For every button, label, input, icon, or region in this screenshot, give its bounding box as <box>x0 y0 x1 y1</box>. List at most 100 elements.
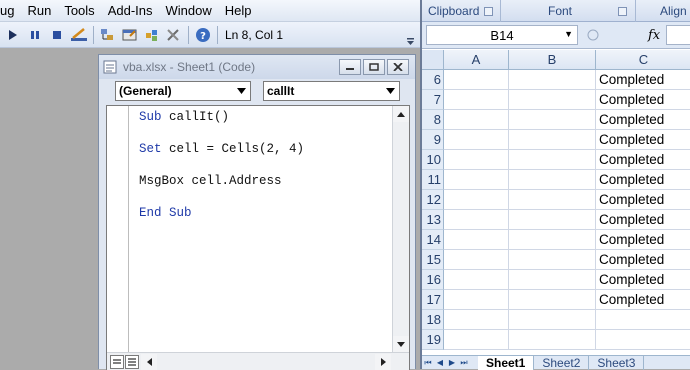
margin-indicator-bar[interactable] <box>107 106 129 352</box>
sheet-tab-sheet3[interactable]: Sheet3 <box>589 355 645 370</box>
cell-b[interactable] <box>509 190 596 210</box>
formula-bar-grip-icon[interactable] <box>586 25 600 45</box>
full-module-view-icon[interactable] <box>125 354 139 369</box>
row-header[interactable]: 16 <box>422 270 444 290</box>
row-header[interactable]: 14 <box>422 230 444 250</box>
scroll-right-icon[interactable] <box>375 353 391 370</box>
cell-b[interactable] <box>509 110 596 130</box>
vertical-scrollbar[interactable] <box>392 106 409 352</box>
scroll-down-icon[interactable] <box>393 336 409 352</box>
cell-a[interactable] <box>444 110 509 130</box>
row-header[interactable]: 12 <box>422 190 444 210</box>
cell-b[interactable] <box>509 70 596 90</box>
row-header[interactable]: 15 <box>422 250 444 270</box>
prev-sheet-icon[interactable]: ◀ <box>434 357 446 369</box>
cell-b[interactable] <box>509 330 596 350</box>
cell-b[interactable] <box>509 130 596 150</box>
cell-a[interactable] <box>444 310 509 330</box>
toolbar-options-icon[interactable] <box>406 35 416 45</box>
cell-a[interactable] <box>444 210 509 230</box>
cell-a[interactable] <box>444 170 509 190</box>
menu-help[interactable]: Help <box>218 1 258 21</box>
cell-a[interactable] <box>444 90 509 110</box>
cell-c[interactable]: Completed <box>596 290 690 310</box>
last-sheet-icon[interactable]: ⏭ <box>458 357 470 369</box>
cell-b[interactable] <box>509 210 596 230</box>
cell-c[interactable]: Completed <box>596 130 690 150</box>
cell-c[interactable] <box>596 310 690 330</box>
horizontal-scrollbar[interactable] <box>107 352 409 370</box>
cell-b[interactable] <box>509 150 596 170</box>
cell-c[interactable]: Completed <box>596 90 690 110</box>
cell-b[interactable] <box>509 170 596 190</box>
procedure-view-icon[interactable] <box>110 354 124 369</box>
select-all-corner[interactable] <box>422 50 444 70</box>
cell-c[interactable]: Completed <box>596 190 690 210</box>
row-header[interactable]: 9 <box>422 130 444 150</box>
column-header-c[interactable]: C <box>596 50 690 70</box>
row-header[interactable]: 6 <box>422 70 444 90</box>
row-header[interactable]: 13 <box>422 210 444 230</box>
cell-c[interactable]: Completed <box>596 230 690 250</box>
properties-window-icon[interactable] <box>119 24 141 46</box>
project-explorer-icon[interactable] <box>97 24 119 46</box>
row-header[interactable]: 17 <box>422 290 444 310</box>
cell-a[interactable] <box>444 250 509 270</box>
scroll-up-icon[interactable] <box>393 106 409 122</box>
help-icon[interactable]: ? <box>192 24 214 46</box>
row-header[interactable]: 8 <box>422 110 444 130</box>
insert-function-icon[interactable]: fx <box>648 28 660 43</box>
cell-c[interactable] <box>596 330 690 350</box>
cell-a[interactable] <box>444 130 509 150</box>
procedure-combo[interactable]: callIt <box>263 81 400 101</box>
toolbox-icon[interactable] <box>163 24 185 46</box>
run-icon[interactable] <box>2 24 24 46</box>
cell-b[interactable] <box>509 90 596 110</box>
row-header[interactable]: 7 <box>422 90 444 110</box>
cell-c[interactable]: Completed <box>596 270 690 290</box>
scroll-left-icon[interactable] <box>141 353 157 370</box>
sheet-tab-sheet2[interactable]: Sheet2 <box>534 355 590 370</box>
cell-a[interactable] <box>444 190 509 210</box>
cell-c[interactable]: Completed <box>596 150 690 170</box>
cell-c[interactable]: Completed <box>596 250 690 270</box>
close-button[interactable] <box>387 59 409 75</box>
code-editor[interactable]: Sub callIt() Set cell = Cells(2, 4) MsgB… <box>106 105 410 370</box>
row-header[interactable]: 19 <box>422 330 444 350</box>
chevron-down-icon[interactable]: ▼ <box>564 29 573 39</box>
cell-a[interactable] <box>444 70 509 90</box>
cell-b[interactable] <box>509 270 596 290</box>
row-header[interactable]: 10 <box>422 150 444 170</box>
cell-b[interactable] <box>509 230 596 250</box>
menu-add-ins[interactable]: Add-Ins <box>101 1 159 21</box>
cell-a[interactable] <box>444 330 509 350</box>
object-browser-icon[interactable] <box>141 24 163 46</box>
cell-a[interactable] <box>444 290 509 310</box>
sheet-tab-sheet1[interactable]: Sheet1 <box>478 355 535 370</box>
design-mode-icon[interactable] <box>68 24 90 46</box>
cell-b[interactable] <box>509 290 596 310</box>
menu-debug[interactable]: ug <box>0 1 20 21</box>
cell-c[interactable]: Completed <box>596 170 690 190</box>
cell-a[interactable] <box>444 150 509 170</box>
reset-icon[interactable] <box>46 24 68 46</box>
cell-b[interactable] <box>509 310 596 330</box>
break-icon[interactable] <box>24 24 46 46</box>
name-box[interactable]: B14 ▼ <box>426 25 578 45</box>
column-header-b[interactable]: B <box>509 50 596 70</box>
cell-a[interactable] <box>444 270 509 290</box>
row-header[interactable]: 18 <box>422 310 444 330</box>
cell-a[interactable] <box>444 230 509 250</box>
cell-b[interactable] <box>509 250 596 270</box>
column-header-a[interactable]: A <box>444 50 509 70</box>
font-launcher-icon[interactable] <box>618 7 627 16</box>
cell-c[interactable]: Completed <box>596 70 690 90</box>
clipboard-launcher-icon[interactable] <box>484 7 493 16</box>
formula-input[interactable] <box>666 25 690 45</box>
minimize-button[interactable] <box>339 59 361 75</box>
cell-c[interactable]: Completed <box>596 210 690 230</box>
menu-tools[interactable]: Tools <box>57 1 100 21</box>
menu-run[interactable]: Run <box>20 1 57 21</box>
cell-c[interactable]: Completed <box>596 110 690 130</box>
menu-window[interactable]: Window <box>159 1 218 21</box>
